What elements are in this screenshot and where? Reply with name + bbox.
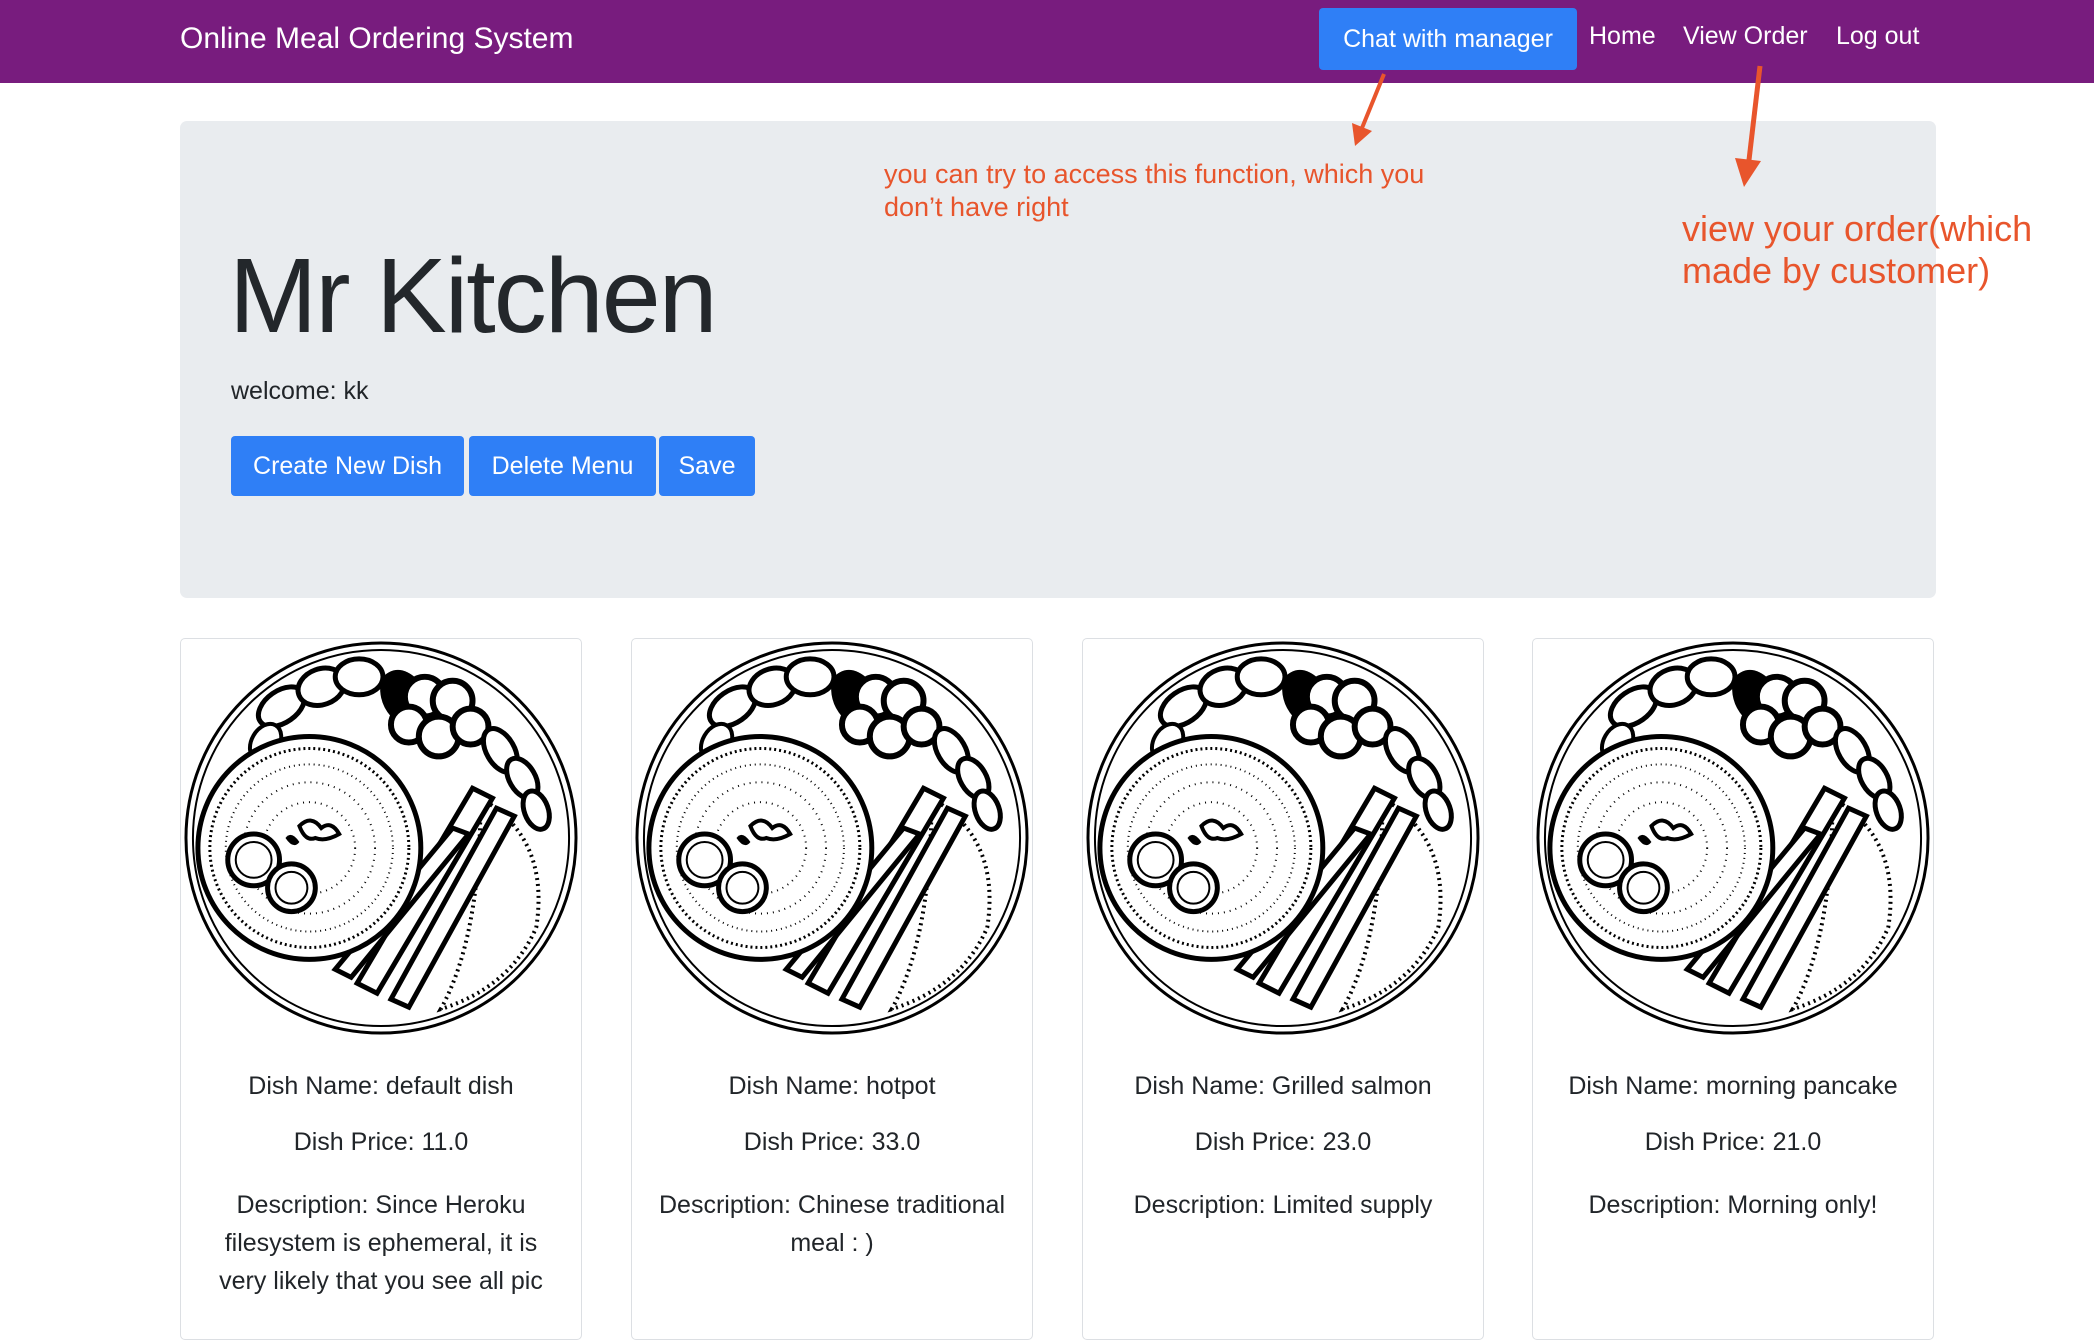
order-annotation-line-1: view your order(which bbox=[1682, 208, 2033, 249]
dish-name: Dish Name: hotpot bbox=[728, 1072, 936, 1100]
brand-title[interactable]: Online Meal Ordering System bbox=[180, 22, 574, 56]
dish-price: Dish Price: 23.0 bbox=[1194, 1128, 1372, 1156]
dish-price: Dish Price: 11.0 bbox=[293, 1128, 469, 1156]
dish-name: Dish Name: morning pancake bbox=[1568, 1072, 1898, 1100]
chat-annotation-line-1: you can try to access this function, whi… bbox=[884, 159, 1425, 189]
dish-card[interactable]: Dish Name: Grilled salmon Dish Price: 23.… bbox=[1082, 638, 1484, 1340]
dish-card[interactable]: Dish Name: default dish Dish Price: 11.0 D… bbox=[180, 638, 582, 1340]
dish-name: Dish Name: Grilled salmon bbox=[1134, 1072, 1432, 1100]
dish-description: Description: Morning only! bbox=[1588, 1191, 1878, 1219]
chat-annotation-line-2: don’t have right bbox=[884, 192, 1069, 222]
dish-description: Description: Chinese traditional meal : … bbox=[658, 1191, 1005, 1257]
nav-home-link[interactable]: Home bbox=[1589, 22, 1656, 51]
top-navbar: Online Meal Ordering System Chat with ma… bbox=[0, 0, 2094, 83]
dish-image bbox=[1084, 639, 1482, 1037]
dish-description: Description: Limited supply bbox=[1133, 1191, 1433, 1219]
chat-with-manager-button[interactable]: Chat with manager bbox=[1319, 8, 1577, 70]
dish-card[interactable]: Dish Name: hotpot Dish Price: 33.0 Descrip… bbox=[631, 638, 1033, 1340]
dish-image bbox=[633, 639, 1031, 1037]
page-title: Mr Kitchen bbox=[229, 237, 718, 355]
order-annotation: view your order(which made by customer) bbox=[1682, 208, 2032, 292]
save-button[interactable]: Save bbox=[659, 436, 755, 496]
dish-card[interactable]: Dish Name: morning pancake Dish Price: 21… bbox=[1532, 638, 1934, 1340]
dish-price: Dish Price: 33.0 bbox=[743, 1128, 921, 1156]
dish-image bbox=[182, 639, 580, 1037]
delete-menu-button[interactable]: Delete Menu bbox=[469, 436, 656, 496]
chat-annotation: you can try to access this function, whi… bbox=[884, 158, 1424, 224]
dish-name: Dish Name: default dish bbox=[248, 1072, 514, 1100]
dish-description: Description: Since Heroku filesystem is … bbox=[219, 1191, 543, 1295]
nav-view-order-link[interactable]: View Order bbox=[1683, 22, 1808, 51]
order-annotation-line-2: made by customer) bbox=[1682, 250, 1991, 291]
create-new-dish-button[interactable]: Create New Dish bbox=[231, 436, 464, 496]
nav-logout-link[interactable]: Log out bbox=[1836, 22, 1919, 51]
dish-price: Dish Price: 21.0 bbox=[1644, 1128, 1822, 1156]
welcome-text: welcome: kk bbox=[231, 377, 369, 405]
dish-image bbox=[1534, 639, 1932, 1037]
